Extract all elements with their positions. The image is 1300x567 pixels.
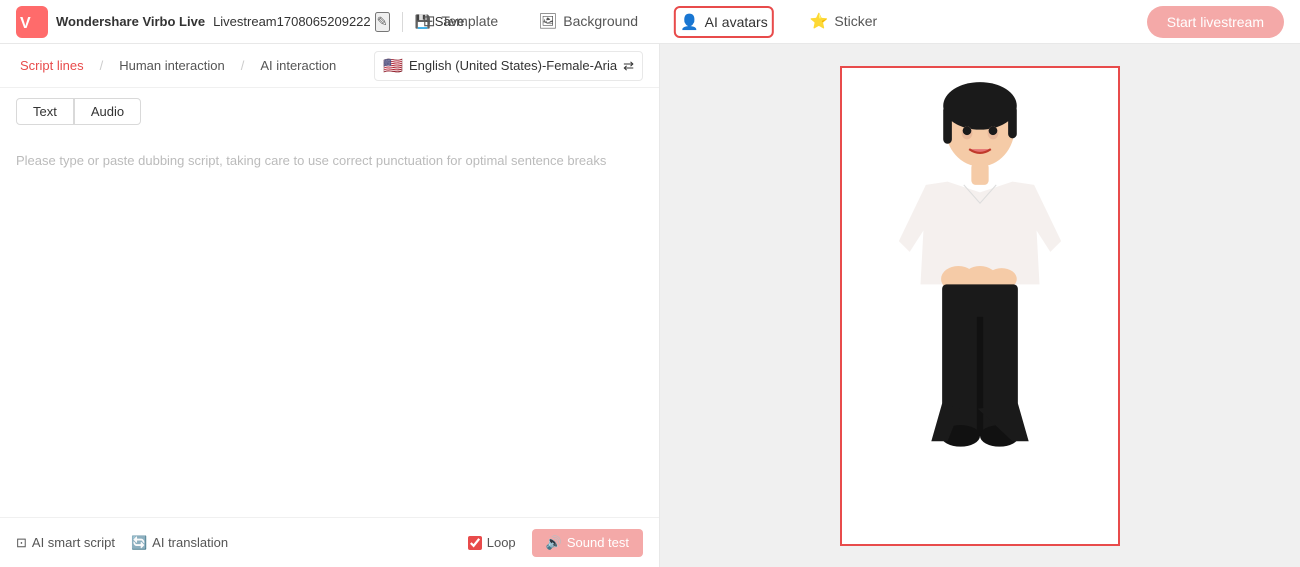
nav-tab-sticker[interactable]: ⭐ Sticker: [806, 0, 881, 44]
sub-tab-script-lines[interactable]: Script lines: [16, 58, 88, 73]
script-textarea[interactable]: Please type or paste dubbing script, tak…: [0, 135, 659, 517]
sub-tab-divider-1: /: [100, 58, 104, 73]
main-layout: Script lines / Human interaction / AI in…: [0, 44, 1300, 567]
background-icon: 🖼: [538, 12, 557, 30]
sub-tab-human-interaction[interactable]: Human interaction: [115, 58, 229, 73]
language-selector[interactable]: 🇺🇸 English (United States)-Female-Aria ⇄: [374, 51, 643, 81]
svg-text:V: V: [20, 15, 31, 32]
sub-tabs-bar: Script lines / Human interaction / AI in…: [0, 44, 659, 88]
bottom-bar: ⊡ AI smart script 🔄 AI translation Loop …: [0, 517, 659, 567]
ai-translation-icon: 🔄: [131, 535, 147, 551]
audio-tab-button[interactable]: Audio: [74, 98, 141, 125]
nav-tabs: ⊞ Template 🖼 Background 👤 AI avatars ⭐ S…: [419, 0, 881, 44]
logo-icon: V: [16, 6, 48, 38]
sound-test-button[interactable]: 🔊 Sound test: [532, 529, 643, 557]
ai-translation-label: AI translation: [152, 535, 228, 550]
right-panel: [660, 44, 1300, 567]
sub-tab-divider-2: /: [241, 58, 245, 73]
sound-test-icon: 🔊: [546, 535, 562, 551]
logo-text: Wondershare Virbo Live: [56, 14, 205, 29]
nav-tab-template[interactable]: ⊞ Template: [419, 0, 502, 44]
nav-tab-ai-avatars[interactable]: 👤 AI avatars: [674, 6, 774, 38]
header: V Wondershare Virbo Live Livestream17080…: [0, 0, 1300, 44]
language-label: English (United States)-Female-Aria: [409, 58, 617, 73]
template-icon: ⊞: [423, 12, 436, 30]
sticker-icon: ⭐: [810, 12, 829, 30]
canvas-area[interactable]: [840, 66, 1120, 546]
nav-tab-ai-avatars-label: AI avatars: [705, 14, 768, 30]
ai-smart-script-label: AI smart script: [32, 535, 115, 550]
avatar-figure: [842, 68, 1118, 544]
ai-smart-script-icon: ⊡: [16, 535, 27, 551]
ai-smart-script-button[interactable]: ⊡ AI smart script: [16, 535, 115, 551]
session-name: Livestream1708065209222: [213, 14, 371, 29]
nav-tab-sticker-label: Sticker: [834, 13, 877, 29]
loop-label: Loop: [487, 535, 516, 550]
edit-session-name-button[interactable]: ✎: [375, 12, 390, 32]
language-swap-icon: ⇄: [623, 58, 634, 74]
logo-area: V Wondershare Virbo Live: [16, 6, 205, 38]
sound-test-label: Sound test: [567, 535, 629, 550]
ai-avatars-icon: 👤: [680, 13, 699, 31]
header-divider: [402, 12, 403, 32]
script-placeholder: Please type or paste dubbing script, tak…: [16, 153, 606, 168]
sub-tab-ai-interaction[interactable]: AI interaction: [256, 58, 340, 73]
nav-tab-background-label: Background: [563, 13, 638, 29]
loop-checkbox[interactable]: [468, 536, 482, 550]
ai-translation-button[interactable]: 🔄 AI translation: [131, 535, 228, 551]
language-flag: 🇺🇸: [383, 56, 403, 76]
nav-tab-template-label: Template: [441, 13, 498, 29]
text-audio-tabs: Text Audio: [0, 88, 659, 135]
start-livestream-button[interactable]: Start livestream: [1147, 6, 1284, 38]
nav-tab-background[interactable]: 🖼 Background: [534, 0, 642, 44]
left-panel: Script lines / Human interaction / AI in…: [0, 44, 660, 567]
text-tab-button[interactable]: Text: [16, 98, 74, 125]
loop-control: Loop: [468, 535, 516, 550]
